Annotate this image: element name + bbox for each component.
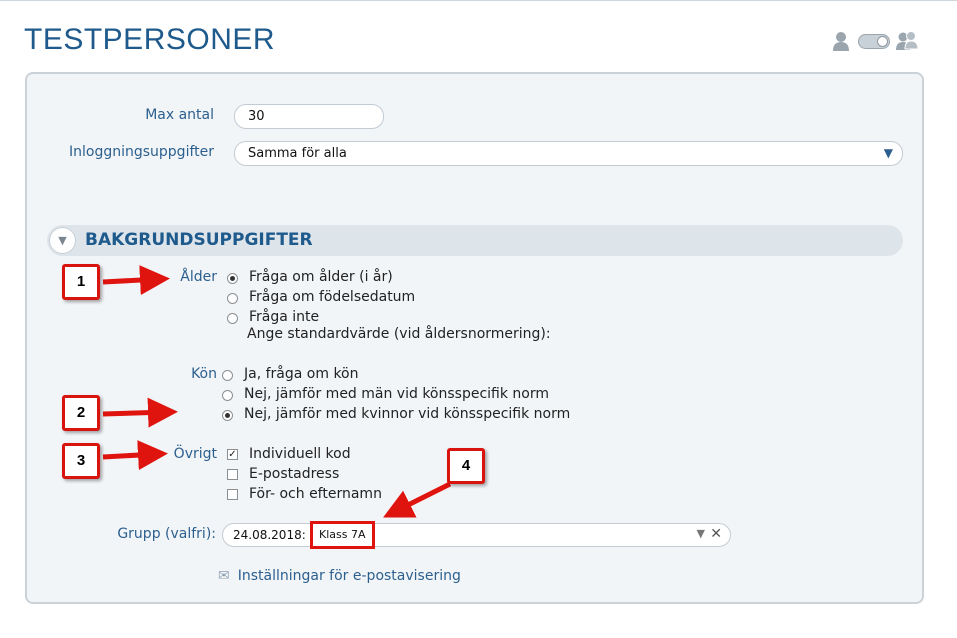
- age-option-year: Fråga om ålder (i år): [249, 269, 393, 285]
- age-label: Ålder: [180, 269, 217, 285]
- user-icon[interactable]: [832, 31, 850, 51]
- age-radio-birthdate[interactable]: [227, 293, 238, 304]
- other-option-code: Individuell kod: [249, 446, 351, 462]
- section-title: BAKGRUNDSUPPGIFTER: [85, 230, 313, 250]
- gender-radio-men[interactable]: [222, 390, 233, 401]
- callout-2: 2: [62, 395, 100, 431]
- gender-radio-women[interactable]: [222, 410, 233, 421]
- page-title: TESTPERSONER: [24, 23, 276, 56]
- callout-3: 3: [62, 443, 100, 479]
- age-option-birthdate: Fråga om födelsedatum: [249, 289, 416, 305]
- login-select[interactable]: Samma för alla ▼: [234, 141, 903, 166]
- gender-option-women: Nej, jämför med kvinnor vid könsspecifik…: [244, 406, 571, 422]
- age-radio-year[interactable]: [227, 273, 238, 284]
- login-select-value: Samma för alla: [248, 146, 347, 161]
- gender-radio-ask[interactable]: [222, 370, 233, 381]
- section-header[interactable]: ▼ BAKGRUNDSUPPGIFTER: [47, 225, 903, 256]
- other-checkbox-code[interactable]: ✓: [227, 449, 238, 460]
- callout-1: 1: [62, 264, 100, 300]
- chevron-down-icon: ▼: [883, 146, 893, 160]
- other-option-name: För- och efternamn: [249, 486, 382, 502]
- gender-option-men: Nej, jämför med män vid könsspecifik nor…: [244, 386, 550, 402]
- toggle-switch[interactable]: [858, 34, 890, 49]
- group-select[interactable]: 24.08.2018: Klass 7A ▼ ✕: [222, 521, 731, 549]
- chevron-down-icon[interactable]: ▼: [697, 527, 705, 540]
- collapse-chevron-icon[interactable]: ▼: [49, 227, 76, 254]
- age-default-text: Ange standardvärde (vid åldersnormering)…: [247, 326, 551, 342]
- login-label: Inloggningsuppgifter: [68, 144, 214, 160]
- max-count-label: Max antal: [145, 107, 214, 123]
- age-option-none: Fråga inte: [249, 309, 320, 325]
- other-checkbox-name[interactable]: [227, 489, 238, 500]
- toggle-knob: [877, 36, 888, 47]
- envelope-icon: ✉: [218, 568, 230, 584]
- group-date: 24.08.2018:: [233, 528, 306, 542]
- other-option-email: E-postadress: [249, 466, 340, 482]
- other-label: Övrigt: [173, 446, 217, 462]
- other-checkbox-email[interactable]: [227, 469, 238, 480]
- group-tag-klass-7a[interactable]: Klass 7A: [310, 521, 375, 549]
- email-settings-text: Inställningar för e-postavisering: [237, 568, 461, 584]
- gender-option-ask: Ja, fråga om kön: [244, 366, 359, 382]
- gender-label: Kön: [191, 366, 217, 382]
- group-users-icon[interactable]: [896, 31, 918, 51]
- group-label: Grupp (valfri):: [117, 526, 216, 542]
- clear-icon[interactable]: ✕: [710, 526, 722, 542]
- max-count-input[interactable]: 30: [234, 104, 384, 129]
- callout-4: 4: [447, 448, 485, 484]
- email-settings-link[interactable]: ✉ Inställningar för e-postavisering: [218, 568, 461, 584]
- age-radio-none[interactable]: [227, 313, 238, 324]
